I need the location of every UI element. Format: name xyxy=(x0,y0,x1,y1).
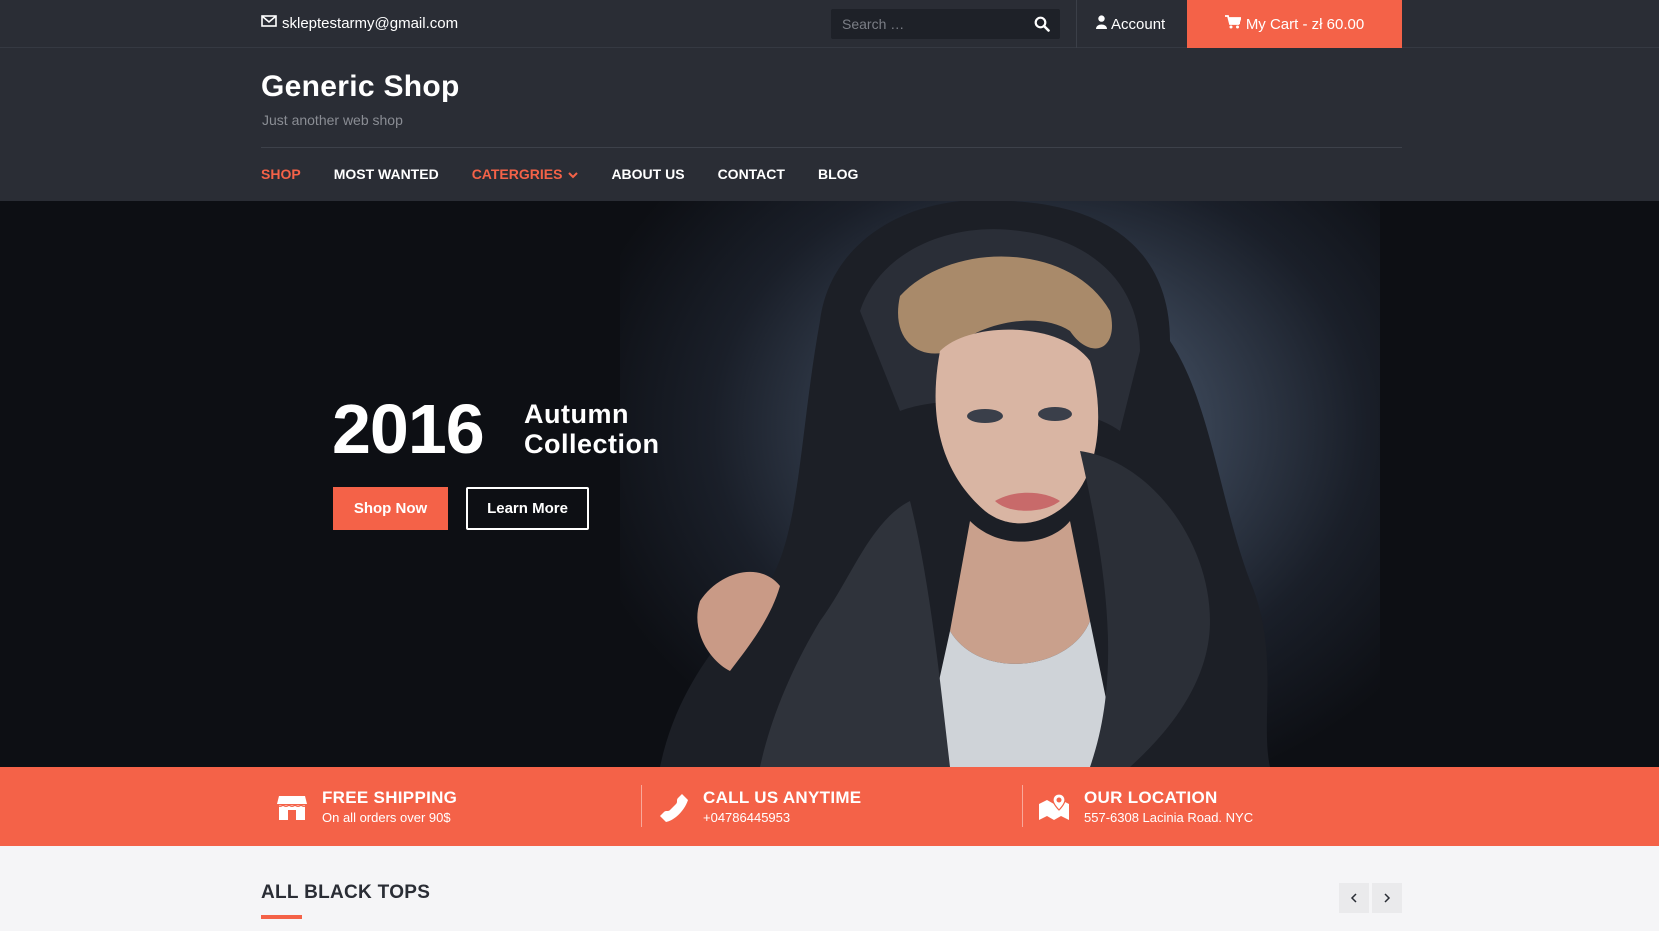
section-title: ALL BLACK TOPS xyxy=(261,882,431,903)
topbar-divider xyxy=(1076,0,1077,48)
section-underline xyxy=(261,915,302,919)
carousel-next-button[interactable] xyxy=(1372,883,1402,913)
header-divider xyxy=(261,147,1402,148)
site-tagline: Just another web shop xyxy=(262,112,403,128)
shop-now-button[interactable]: Shop Now xyxy=(333,487,448,530)
search-icon[interactable] xyxy=(1034,16,1050,32)
feature-title: CALL US ANYTIME xyxy=(703,788,862,807)
nav-item-most-wanted[interactable]: MOST WANTED xyxy=(334,166,439,182)
cart-label: My Cart - zł 60.00 xyxy=(1245,15,1365,33)
feature-divider xyxy=(641,785,642,827)
hero-model-image xyxy=(660,201,1270,767)
hero-subtitle-line1: Autumn xyxy=(524,399,629,429)
search-input[interactable] xyxy=(831,16,1021,32)
feature-text: On all orders over 90$ xyxy=(322,810,451,825)
cart-button[interactable]: My Cart - zł 60.00 xyxy=(1187,0,1402,48)
account-label: Account xyxy=(1111,15,1166,33)
nav-item-categories-label: CATERGRIES xyxy=(471,166,563,182)
nav-item-blog[interactable]: BLOG xyxy=(818,166,858,182)
store-icon xyxy=(275,790,309,824)
learn-more-button[interactable]: Learn More xyxy=(466,487,589,530)
feature-text[interactable]: +04786445953 xyxy=(703,810,861,825)
hero-slider: 2016 Autumn Collection Shop Now Learn Mo… xyxy=(0,201,1659,767)
cart-icon xyxy=(1224,15,1242,33)
map-icon xyxy=(1037,790,1071,824)
phone-icon xyxy=(656,790,690,824)
feature-call-us: CALL US ANYTIME +04786445953 xyxy=(656,767,861,846)
chevron-right-icon xyxy=(1383,891,1391,906)
main-nav: SHOP MOST WANTED CATERGRIES ABOUT US CON… xyxy=(261,166,891,182)
envelope-icon xyxy=(261,14,277,32)
hero-subtitle-line2: Collection xyxy=(524,429,660,459)
site-title[interactable]: Generic Shop xyxy=(261,70,460,104)
feature-title: OUR LOCATION xyxy=(1084,788,1218,807)
features-strip: FREE SHIPPING On all orders over 90$ CAL… xyxy=(0,767,1659,846)
carousel-prev-button[interactable] xyxy=(1339,883,1369,913)
feature-text: 557-6308 Lacinia Road. NYC xyxy=(1084,810,1254,825)
account-link[interactable]: Account xyxy=(1096,15,1165,33)
feature-title: FREE SHIPPING xyxy=(322,788,458,807)
feature-divider xyxy=(1022,785,1023,827)
search-box xyxy=(831,9,1060,39)
hero-year: 2016 xyxy=(332,390,485,468)
nav-item-contact[interactable]: CONTACT xyxy=(718,166,785,182)
email-text: skleptestarmy@gmail.com xyxy=(282,14,459,32)
nav-item-about-us[interactable]: ABOUT US xyxy=(611,166,684,182)
nav-item-shop[interactable]: SHOP xyxy=(261,166,301,182)
chevron-down-icon xyxy=(568,166,579,182)
user-icon xyxy=(1096,15,1107,33)
contact-email[interactable]: skleptestarmy@gmail.com xyxy=(261,14,458,32)
site-header: Generic Shop Just another web shop SHOP … xyxy=(0,48,1659,201)
feature-location: OUR LOCATION 557-6308 Lacinia Road. NYC xyxy=(1037,767,1253,846)
nav-item-categories[interactable]: CATERGRIES xyxy=(472,166,579,182)
hero-subtitle: Autumn Collection xyxy=(524,399,660,459)
chevron-left-icon xyxy=(1350,891,1358,906)
feature-free-shipping: FREE SHIPPING On all orders over 90$ xyxy=(275,767,457,846)
top-bar: skleptestarmy@gmail.com Account My Cart … xyxy=(0,0,1659,48)
